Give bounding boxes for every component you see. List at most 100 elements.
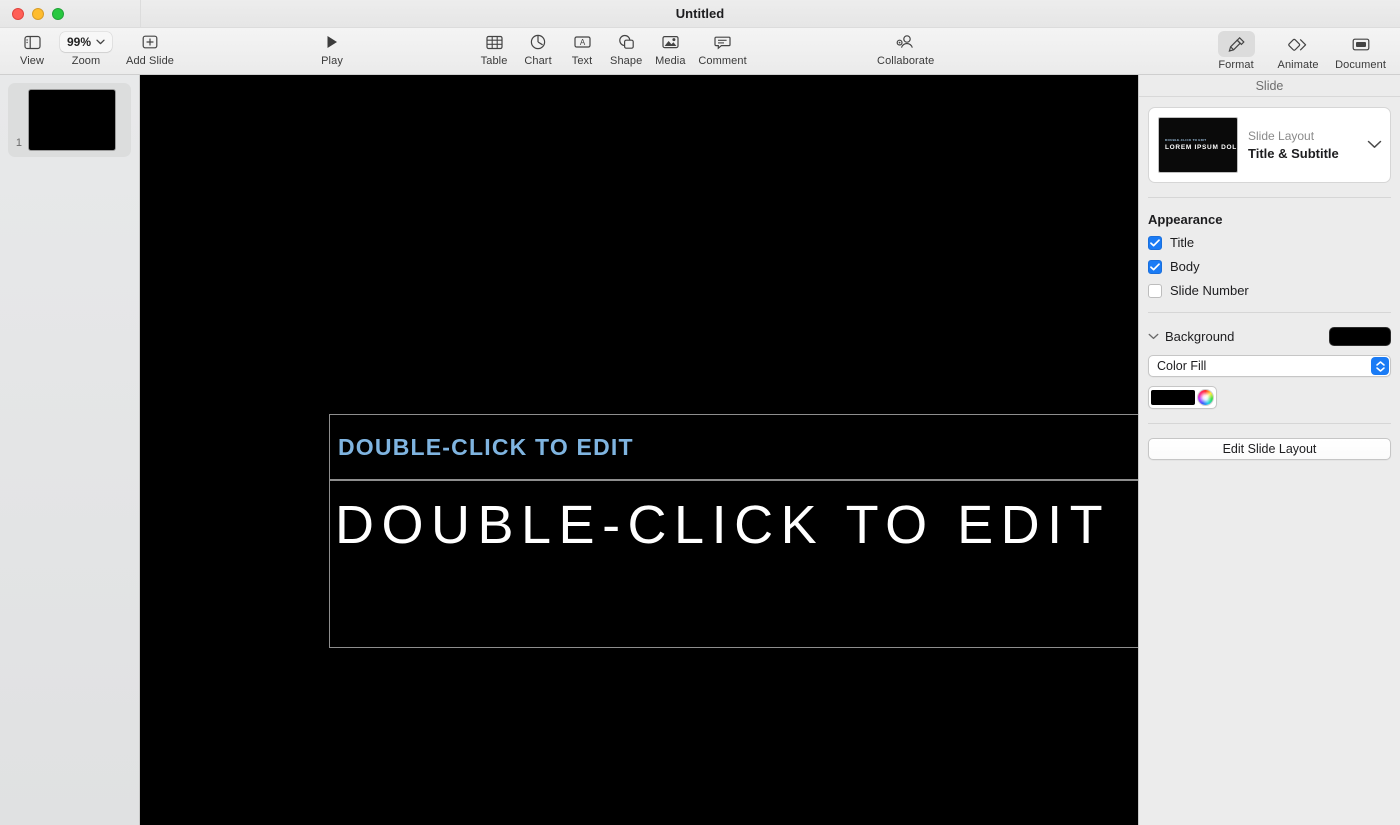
animate-label: Animate (1277, 59, 1319, 71)
chevron-down-icon[interactable] (1367, 136, 1384, 154)
format-inspector: Slide DOUBLE-CLICK TO EDIT LOREM IPSUM D… (1138, 75, 1400, 825)
main-toolbar: View 99% Zoom Add Slide Play Table Chart… (0, 28, 1400, 75)
zoom-control[interactable]: 99% Zoom (54, 28, 118, 67)
document-label: Document (1335, 59, 1386, 71)
toolbar-collaborate-group: Collaborate (753, 28, 941, 74)
add-slide-button[interactable]: Add Slide (118, 28, 182, 67)
keynote-window: Untitled View 99% Zoom Add Slide Play Ta… (0, 0, 1400, 825)
slide-number-checkbox-label: Slide Number (1170, 283, 1249, 298)
inspector-body: DOUBLE-CLICK TO EDIT LOREM IPSUM DOLOR S… (1139, 97, 1400, 460)
zoom-button-icon[interactable] (52, 7, 64, 20)
background-fill-type-value: Color Fill (1157, 359, 1207, 373)
zoom-label: Zoom (71, 55, 101, 67)
background-color-preview[interactable] (1329, 327, 1391, 346)
chart-icon (530, 31, 546, 53)
chart-label: Chart (524, 55, 552, 67)
media-icon (662, 31, 679, 53)
collaborate-button[interactable]: Collaborate (871, 28, 941, 67)
background-label: Background (1165, 329, 1235, 344)
zoom-value: 99% (67, 35, 92, 49)
body-checkbox[interactable] (1148, 259, 1162, 274)
minimize-button-icon[interactable] (32, 7, 44, 20)
sidebar-icon (23, 31, 41, 53)
body-checkbox-label: Body (1170, 259, 1200, 274)
slide-layout-thumbnail: DOUBLE-CLICK TO EDIT LOREM IPSUM DOLOR (1158, 117, 1238, 173)
document-button[interactable]: Document (1329, 28, 1392, 71)
color-wheel-icon[interactable] (1197, 389, 1214, 406)
media-button[interactable]: Media (648, 28, 692, 67)
collaborate-label: Collaborate (877, 55, 935, 67)
canvas-area[interactable]: DOUBLE-CLICK TO EDIT DOUBLE-CLICK TO EDI… (140, 75, 1138, 825)
appearance-option-body[interactable]: Body (1148, 259, 1391, 274)
divider (1148, 423, 1391, 424)
comment-icon (714, 31, 731, 53)
toolbar-left-group: View 99% Zoom Add Slide (0, 28, 182, 74)
slide-layout-value: Title & Subtitle (1248, 145, 1339, 161)
appearance-option-slide-number[interactable]: Slide Number (1148, 283, 1391, 298)
text-label: Text (571, 55, 593, 67)
chevron-down-icon (96, 39, 105, 45)
app-body: 1 DOUBLE-CLICK TO EDIT DOUBLE-CLICK TO E… (0, 75, 1400, 825)
traffic-lights (0, 7, 64, 20)
comment-button[interactable]: Comment (692, 28, 752, 67)
background-color-swatch[interactable] (1151, 390, 1195, 405)
view-label: View (19, 55, 45, 67)
slide-layout-thumbnail-title: LOREM IPSUM DOLOR (1165, 144, 1237, 151)
slide-layout-label: Slide Layout (1248, 128, 1315, 143)
shape-label: Shape (610, 55, 643, 67)
subtitle-text: DOUBLE-CLICK TO EDIT (338, 433, 634, 460)
view-button[interactable]: View (10, 28, 54, 67)
slide-canvas[interactable]: DOUBLE-CLICK TO EDIT DOUBLE-CLICK TO EDI… (140, 75, 1138, 825)
text-button[interactable]: A Text (560, 28, 604, 67)
animate-icon (1287, 33, 1309, 55)
media-label: Media (655, 55, 686, 67)
play-button[interactable]: Play (310, 28, 354, 67)
slide-layout-thumbnail-subtitle: DOUBLE-CLICK TO EDIT (1165, 138, 1207, 142)
title-checkbox[interactable] (1148, 235, 1162, 250)
document-icon (1352, 33, 1370, 55)
format-label: Format (1218, 59, 1254, 71)
divider (1148, 312, 1391, 313)
subtitle-placeholder[interactable]: DOUBLE-CLICK TO EDIT (329, 414, 1138, 480)
slide-navigator[interactable]: 1 (0, 75, 140, 825)
chart-button[interactable]: Chart (516, 28, 560, 67)
slide-layout-card[interactable]: DOUBLE-CLICK TO EDIT LOREM IPSUM DOLOR S… (1148, 107, 1391, 183)
slide-thumbnail[interactable] (28, 89, 116, 151)
slide-navigator-item-1[interactable]: 1 (8, 83, 131, 157)
window-title: Untitled (675, 6, 725, 21)
window-titlebar: Untitled (0, 0, 1400, 28)
collaborate-icon (896, 31, 915, 53)
shape-button[interactable]: Shape (604, 28, 648, 67)
appearance-option-title[interactable]: Title (1148, 235, 1391, 250)
format-button[interactable]: Format (1205, 28, 1267, 71)
edit-slide-layout-button[interactable]: Edit Slide Layout (1148, 438, 1391, 460)
table-label: Table (480, 55, 508, 67)
divider (1148, 197, 1391, 198)
stepper-icon[interactable] (1371, 357, 1389, 375)
shape-icon (618, 31, 635, 53)
table-icon (485, 31, 503, 53)
slide-number-checkbox[interactable] (1148, 283, 1162, 298)
zoom-value-pill[interactable]: 99% (60, 31, 113, 53)
background-fill-type-select[interactable]: Color Fill (1148, 355, 1391, 377)
add-slide-label: Add Slide (126, 55, 175, 67)
play-icon (325, 31, 339, 53)
slide-layout-text: Slide Layout Title & Subtitle (1248, 128, 1357, 162)
table-button[interactable]: Table (472, 28, 516, 67)
background-fill-color-row (1148, 386, 1391, 409)
play-label: Play (321, 55, 343, 67)
plus-square-icon (142, 31, 158, 53)
chevron-down-icon[interactable] (1148, 333, 1159, 340)
title-text: DOUBLE-CLICK TO EDIT (335, 495, 1111, 555)
title-checkbox-label: Title (1170, 235, 1195, 250)
title-placeholder[interactable]: DOUBLE-CLICK TO EDIT (329, 480, 1138, 648)
background-section-header[interactable]: Background (1148, 327, 1391, 346)
titlebar-divider (140, 0, 141, 27)
animate-button[interactable]: Animate (1267, 28, 1329, 71)
slide-number-label: 1 (15, 137, 22, 149)
text-icon: A (573, 31, 591, 53)
close-button-icon[interactable] (12, 7, 24, 20)
toolbar-insert-group: Table Chart A Text Shape Media Comment (354, 28, 753, 74)
format-brush-icon (1227, 33, 1246, 55)
inspector-header: Slide (1139, 75, 1400, 97)
